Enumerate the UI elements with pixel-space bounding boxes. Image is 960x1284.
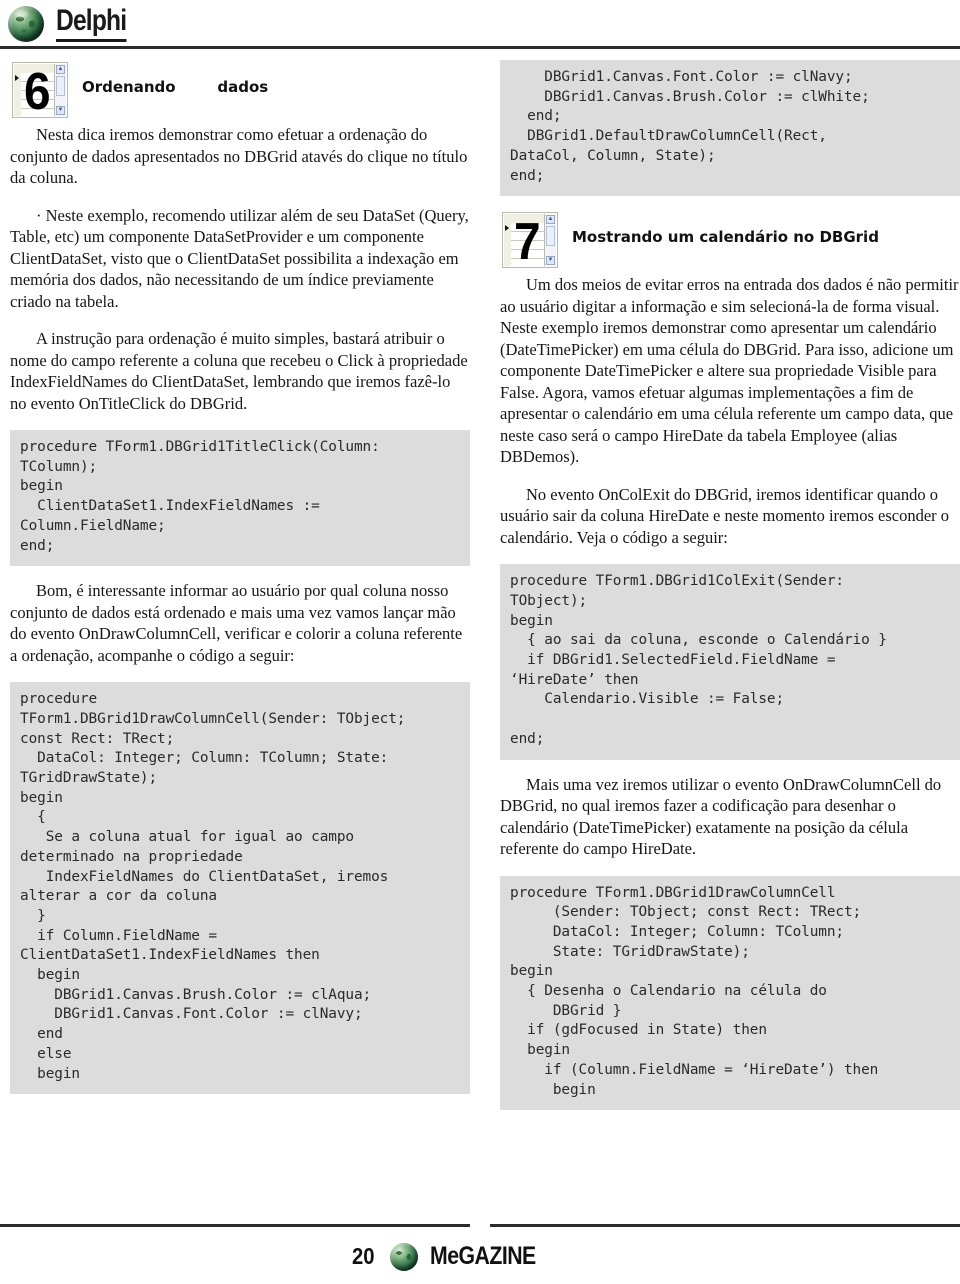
left-column: ▲ ▼ 6 Ordenando dados Nesta dica iremos … [10,60,470,1095]
code-block: procedure TForm1.DBGrid1ColExit(Sender: … [500,564,960,760]
globe-icon [389,1242,418,1271]
paragraph: Mais uma vez iremos utilizar o evento On… [500,774,942,859]
footer: 20 MeGAZINE [0,1238,960,1284]
section-number: 7 [514,213,541,272]
paragraph: No evento OnColExit do DBGrid, iremos id… [500,484,950,547]
code-block: procedure TForm1.DBGrid1DrawColumnCell (… [500,875,960,1111]
right-column: DBGrid1.Canvas.Font.Color := clNavy; DBG… [500,60,960,1111]
header-divider [0,46,960,49]
section-title: Ordenando dados [82,78,269,96]
magazine-title: MeGAZINE [429,1242,536,1270]
footer-divider-right [490,1224,960,1227]
code-block: procedure TForm1.DBGrid1TitleClick(Colum… [10,430,470,567]
globe-icon [8,6,44,42]
section-header-6: ▲ ▼ 6 Ordenando dados [10,60,470,122]
paragraph: Bom, é interessante informar ao usuário … [10,581,463,665]
brand-title: Delphi [56,4,127,42]
section-header-7: ▲ ▼ 7 Mostrando um calendário no DBGrid [500,210,960,272]
masthead: Delphi [0,0,960,52]
code-block: DBGrid1.Canvas.Font.Color := clNavy; DBG… [500,60,960,197]
paragraph: A instrução para ordenação é muito simpl… [10,329,468,413]
section-title: Mostrando um calendário no DBGrid [572,228,879,247]
footer-divider-left [0,1224,470,1227]
paragraph: Um dos meios de evitar erros na entrada … [500,275,959,467]
paragraph: Nesta dica iremos demonstrar como efetua… [10,125,468,187]
section-number: 6 [24,63,51,121]
paragraph: · Neste exemplo, recomendo utilizar além… [10,205,469,311]
code-block: procedure TForm1.DBGrid1DrawColumnCell(S… [10,682,470,1095]
page-number: 20 [352,1243,375,1269]
